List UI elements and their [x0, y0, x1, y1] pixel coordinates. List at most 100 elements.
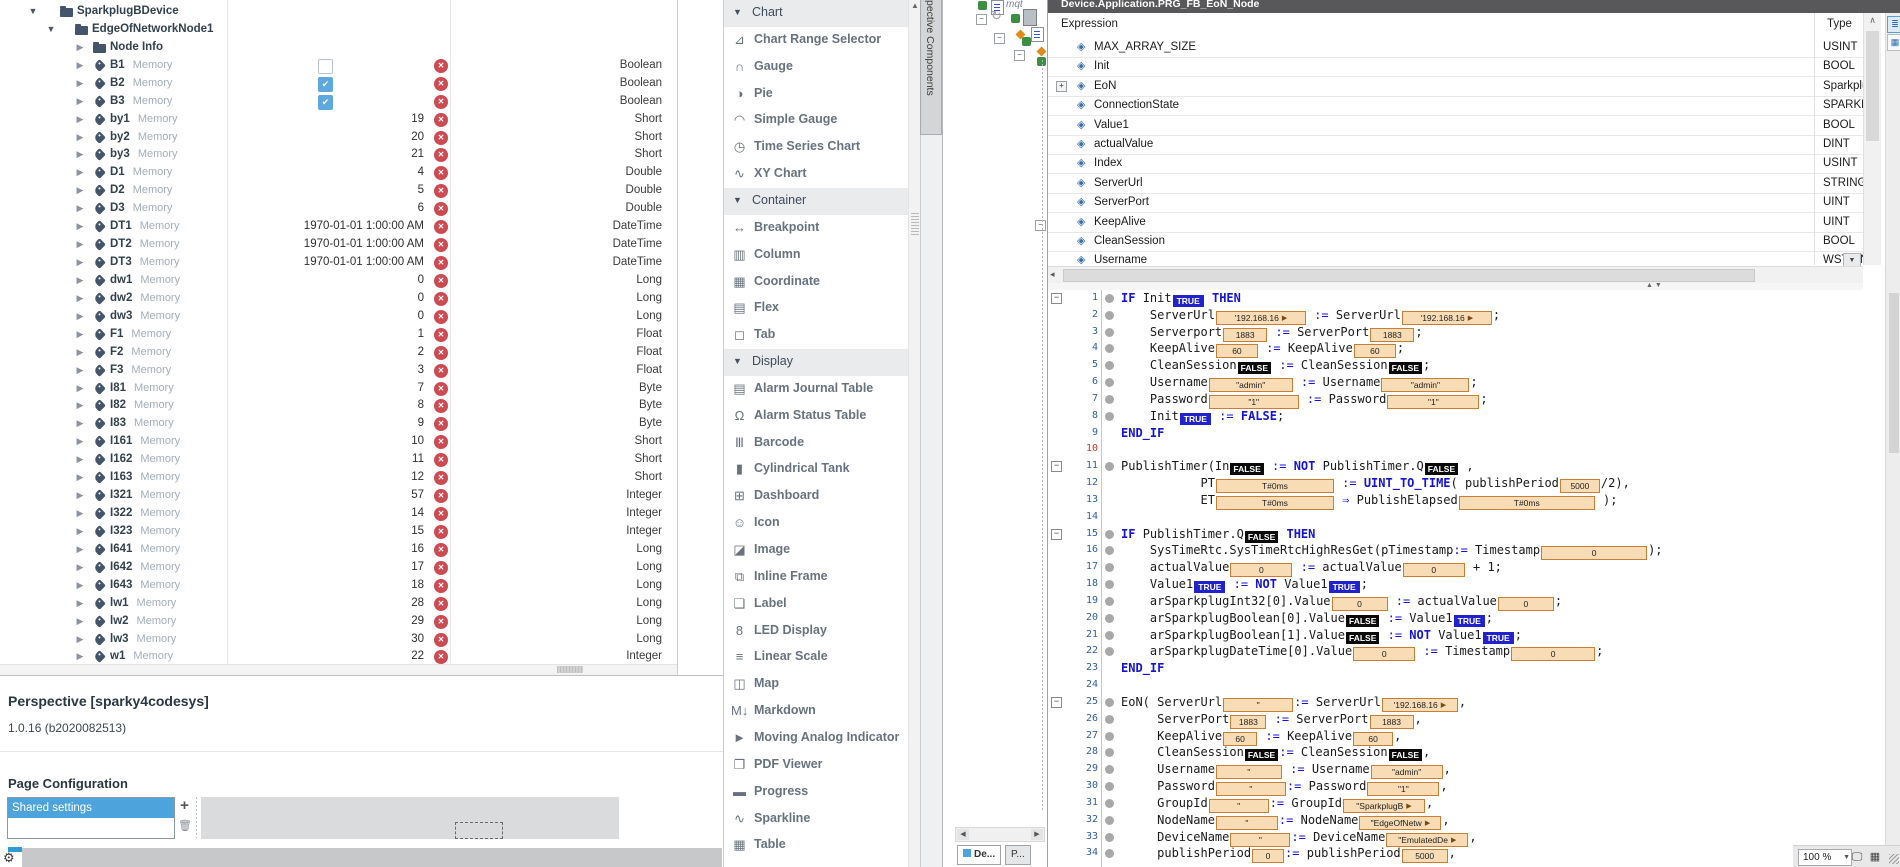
expression-row-actualValue[interactable]: ◈actualValueDINT	[1048, 135, 1863, 155]
monitor-false[interactable]: FALSE	[1389, 362, 1422, 374]
breakpoint-dot-icon[interactable]	[1105, 816, 1114, 825]
chevron-down-icon[interactable]: ▼	[28, 6, 38, 16]
breakpoint-dot-icon[interactable]	[1105, 748, 1114, 757]
error-icon[interactable]: ✕	[434, 633, 448, 647]
error-icon[interactable]: ✕	[434, 184, 448, 198]
monitor-false[interactable]: FALSE	[1230, 463, 1263, 475]
breakpoint-dot-icon[interactable]	[1105, 765, 1114, 774]
chevron-right-icon[interactable]: ▶	[75, 42, 85, 53]
chevron-right-icon[interactable]: ▶	[75, 167, 85, 178]
toolbox-item-alarm-journal-table[interactable]: ▤Alarm Journal Table	[724, 376, 908, 403]
tree-row-EdgeOfNetworkNode1[interactable]: ▼EdgeOfNetworkNode1	[0, 21, 677, 39]
breakpoint-dot-icon[interactable]	[1105, 344, 1114, 353]
toolbox-section-container[interactable]: ▼Container	[724, 188, 908, 215]
tree-row-F3[interactable]: ▶F3Memory3✕Float	[0, 362, 677, 380]
toolbox-item-map[interactable]: ◫Map	[724, 671, 908, 698]
monitor-value[interactable]: 5000	[1402, 849, 1448, 863]
toolbox-item-breakpoint[interactable]: ↔Breakpoint	[724, 215, 908, 242]
breakpoint-dot-icon[interactable]	[1105, 294, 1114, 303]
tag-value[interactable]: 9	[227, 417, 424, 429]
code-line-5[interactable]: 5 CleanSessionFALSE := CleanSessionFALSE…	[1048, 357, 1884, 374]
chevron-right-icon[interactable]: ▶	[75, 311, 85, 322]
tree-row-by1[interactable]: ▶by1Memory19✕Short	[0, 111, 677, 129]
scrollbar-thumb[interactable]	[557, 666, 583, 673]
code-line-19[interactable]: 19 arSparkplugInt32[0].Value0 := actualV…	[1048, 593, 1884, 610]
toolbox-item-column[interactable]: ▥Column	[724, 242, 908, 269]
value-checkbox[interactable]: ✔	[318, 95, 333, 110]
expression-row-KeepAlive[interactable]: ◈KeepAliveUINT	[1048, 213, 1863, 233]
error-icon[interactable]: ✕	[434, 417, 448, 431]
chevron-right-icon[interactable]: ▶	[75, 221, 85, 232]
tag-value[interactable]: 3	[227, 364, 424, 376]
tree-row-dw1[interactable]: ▶dw1Memory0✕Long	[0, 272, 677, 290]
toolbox-item-icon[interactable]: ☺Icon	[724, 510, 908, 537]
tree-row-I323[interactable]: ▶I323Memory15✕Integer	[0, 523, 677, 541]
page-list-item[interactable]	[8, 818, 174, 838]
toolbox-item-gauge[interactable]: ∩Gauge	[724, 54, 908, 81]
tree-row-Node Info[interactable]: ▶Node Info	[0, 39, 677, 57]
error-icon[interactable]: ✕	[434, 238, 448, 252]
chevron-right-icon[interactable]: ▶	[75, 562, 85, 573]
tree-row-B1[interactable]: ▶B1Memory✕Boolean	[0, 57, 677, 75]
device-tree-scrollbar[interactable]: ◀ ▶	[955, 827, 1045, 842]
expression-row-EoN[interactable]: +◈EoNSparkplu	[1048, 77, 1863, 97]
code-line-18[interactable]: 18 Value1TRUE := NOT Value1TRUE;	[1048, 576, 1884, 593]
chevron-right-icon[interactable]: ▶	[75, 203, 85, 214]
error-icon[interactable]: ✕	[434, 525, 448, 539]
toolbox-item-time-series-chart[interactable]: ◷Time Series Chart	[724, 134, 908, 161]
declaration-scrollbar[interactable]: ∧	[1863, 13, 1881, 265]
toolbox-item-barcode[interactable]: ⅢBarcode	[724, 430, 908, 457]
code-line-11[interactable]: −11PublishTimer(InFALSE := NOT PublishTi…	[1048, 458, 1884, 475]
breakpoint-dot-icon[interactable]	[1105, 715, 1114, 724]
chevron-right-icon[interactable]: ▶	[75, 436, 85, 447]
expression-row-Value1[interactable]: ◈Value1BOOL	[1048, 116, 1863, 136]
tag-value[interactable]: 5	[227, 184, 424, 196]
expression-column-header[interactable]: Expression	[1061, 18, 1118, 30]
error-icon[interactable]: ✕	[434, 202, 448, 216]
tab-pous[interactable]: P...	[1005, 845, 1031, 865]
code-line-25[interactable]: −25EoN( ServerUrl'':= ServerUrl'192.168.…	[1048, 694, 1884, 711]
toolbox-item-dashboard[interactable]: ⊞Dashboard	[724, 483, 908, 510]
tree-row-F1[interactable]: ▶F1Memory1✕Float	[0, 326, 677, 344]
error-icon[interactable]: ✕	[434, 274, 448, 288]
monitor-true[interactable]: TRUE	[1454, 615, 1485, 627]
collapse-icon[interactable]: −	[1035, 220, 1046, 231]
zoom-level-select[interactable]: 100 %▼	[1798, 849, 1852, 866]
chevron-right-icon[interactable]: ▶	[75, 185, 85, 196]
tag-value[interactable]: 18	[227, 579, 424, 591]
page-preview-area[interactable]	[201, 797, 619, 839]
toolbox-item-chart-range-selector[interactable]: ⊿Chart Range Selector	[724, 27, 908, 54]
chevron-right-icon[interactable]: ▶	[75, 454, 85, 465]
tag-value[interactable]: 11	[227, 453, 424, 465]
tag-value[interactable]: 6	[227, 202, 424, 214]
chevron-right-icon[interactable]: ▶	[75, 78, 85, 89]
toolbox-item-inline-frame[interactable]: ⧉Inline Frame	[724, 564, 908, 591]
tag-value[interactable]: 0	[227, 310, 424, 322]
error-icon[interactable]: ✕	[434, 597, 448, 611]
error-icon[interactable]: ✕	[434, 435, 448, 449]
code-line-7[interactable]: 7 Password"1" := Password"1";	[1048, 391, 1884, 408]
tree-row-DT2[interactable]: ▶DT2Memory1970-01-01 1:00:00 AM✕DateTime	[0, 236, 677, 254]
resize-grip[interactable]	[1889, 854, 1899, 864]
chevron-right-icon[interactable]: ▶	[75, 132, 85, 143]
toolbox-item-xy-chart[interactable]: ∿XY Chart	[724, 161, 908, 188]
error-icon[interactable]: ✕	[434, 95, 448, 109]
page-list-item[interactable]: Shared settings	[8, 798, 174, 818]
chevron-right-icon[interactable]: ▶	[75, 257, 85, 268]
tree-row-D3[interactable]: ▶D3Memory6✕Double	[0, 200, 677, 218]
chevron-right-icon[interactable]: ▶	[75, 114, 85, 125]
breakpoint-dot-icon[interactable]	[1105, 732, 1114, 741]
expression-row-ConnectionState[interactable]: ◈ConnectionStateSPARKPL	[1048, 96, 1863, 116]
chevron-right-icon[interactable]: ▶	[75, 60, 85, 71]
tag-value[interactable]: 57	[227, 489, 424, 501]
value-checkbox[interactable]: ✔	[318, 77, 333, 92]
chevron-right-icon[interactable]: ▶	[75, 418, 85, 429]
scrollbar-thumb[interactable]	[1866, 31, 1879, 141]
chevron-right-icon[interactable]: ▶	[75, 508, 85, 519]
toolbox-item-moving-analog-indicator[interactable]: ►Moving Analog Indicator	[724, 725, 908, 752]
error-icon[interactable]: ✕	[434, 382, 448, 396]
tree-row-I81[interactable]: ▶I81Memory7✕Byte	[0, 380, 677, 398]
declaration-horizontal-scrollbar[interactable]: ◂	[1048, 266, 1863, 284]
monitor-false[interactable]: FALSE	[1245, 531, 1278, 543]
error-icon[interactable]: ✕	[434, 59, 448, 73]
